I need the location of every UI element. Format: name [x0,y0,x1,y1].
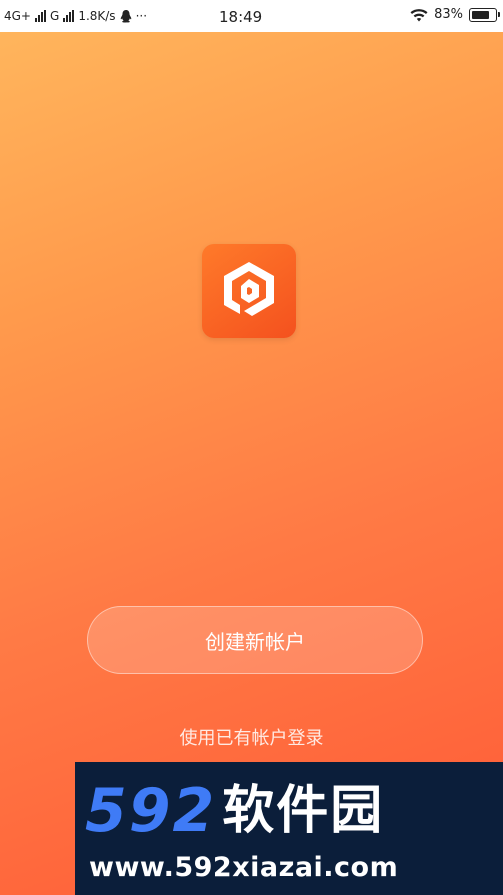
status-left: 4G+ G 1.8K/s ··· [4,9,147,23]
wifi-icon [410,8,428,21]
signal-bars-icon [35,10,46,22]
battery-percent: 83% [434,7,463,22]
watermark-number: 592 [85,776,217,846]
status-more: ··· [135,9,148,23]
signal-bars-secondary-icon [63,10,75,22]
qq-penguin-icon [120,9,131,22]
status-time: 18:49 [219,8,263,26]
app-logo-icon [202,244,296,338]
status-bar: 4G+ G 1.8K/s ··· 18:49 83% [0,0,503,32]
watermark-title: 592 软件园 [85,780,503,842]
battery-fill [472,10,489,19]
network-type-primary: 4G+ [4,9,31,23]
status-right: 83% [410,7,500,22]
create-account-button[interactable]: 创建新帐户 [87,606,423,674]
watermark-url: www.592xiazai.com [89,852,399,883]
network-type-secondary: G [50,9,60,23]
watermark-name: 软件园 [222,781,385,841]
login-existing-account-link[interactable]: 使用已有帐户登录 [0,724,503,750]
watermark-banner: 592 软件园 www.592xiazai.com [75,762,503,895]
battery-icon [469,7,500,22]
hexagon-spiral-logo-icon [224,262,274,316]
network-speed: 1.8K/s [78,9,116,23]
